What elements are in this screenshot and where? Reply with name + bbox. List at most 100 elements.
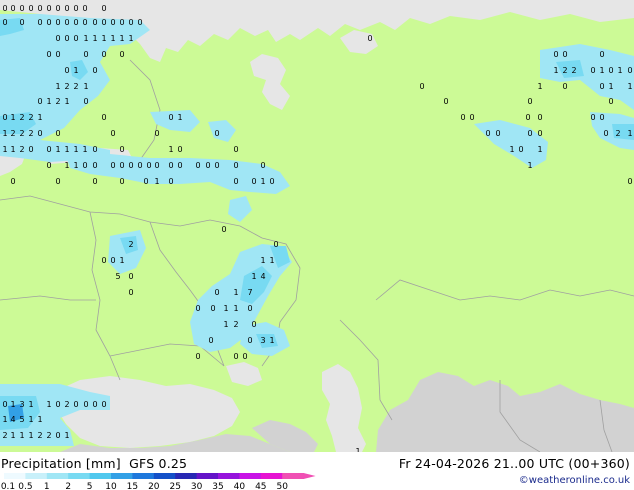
precip-value: 2	[128, 240, 133, 249]
precip-value: 0	[55, 18, 60, 27]
precip-value: 0	[599, 50, 604, 59]
precip-value: 1	[55, 82, 60, 91]
precip-value: 1	[233, 288, 238, 297]
precip-value: 1	[617, 66, 622, 75]
precip-value: 0	[10, 177, 15, 186]
precip-value: 0	[37, 4, 42, 13]
precip-value: 1	[233, 304, 238, 313]
precip-value: 0	[64, 4, 69, 13]
precip-value: 1	[64, 97, 69, 106]
precip-value: 1	[269, 336, 274, 345]
precip-value: 7	[247, 288, 252, 297]
precip-value: 0	[221, 225, 226, 234]
precip-value: 0	[233, 145, 238, 154]
precip-value: 0	[195, 304, 200, 313]
precip-value: 1	[154, 177, 159, 186]
precip-value: 1	[64, 161, 69, 170]
precip-value: 0	[603, 129, 608, 138]
scale-label: 30	[191, 482, 203, 490]
precip-value: 1	[627, 82, 632, 91]
precip-value: 5	[115, 272, 120, 281]
precip-value: 0	[168, 161, 173, 170]
precip-value: 1	[28, 431, 33, 440]
precip-value: 0	[233, 177, 238, 186]
precip-value: 1	[73, 161, 78, 170]
precip-value: 0	[460, 113, 465, 122]
precip-value: 2	[28, 129, 33, 138]
precip-value: 0	[443, 97, 448, 106]
precip-value: 0	[146, 161, 151, 170]
precip-value: 0	[55, 50, 60, 59]
precip-value: 1	[10, 400, 15, 409]
precip-value: 1	[64, 145, 69, 154]
precip-value: 0	[55, 431, 60, 440]
credit-link[interactable]: ©weatheronline.co.uk	[519, 475, 630, 486]
precip-value: 2	[46, 431, 51, 440]
precip-value: 1	[46, 400, 51, 409]
precip-value: 0	[73, 400, 78, 409]
scale-swatch	[46, 473, 69, 479]
precip-value: 2	[10, 129, 15, 138]
precip-value: 0	[64, 34, 69, 43]
precip-value: 0	[2, 113, 7, 122]
precip-value: 0	[83, 97, 88, 106]
precip-value: 1	[2, 129, 7, 138]
precip-value: 1	[260, 177, 265, 186]
precip-value: 1	[177, 113, 182, 122]
precip-value: 0	[208, 336, 213, 345]
precip-value: 0	[260, 161, 265, 170]
precip-value: 0	[64, 66, 69, 75]
precip-value: 0	[205, 161, 210, 170]
precip-value: 0	[247, 304, 252, 313]
precip-value: 0	[269, 177, 274, 186]
precip-value: 1	[10, 431, 15, 440]
precip-value: 0	[110, 161, 115, 170]
precip-value: 0	[119, 18, 124, 27]
precip-value: 0	[195, 161, 200, 170]
precip-value: 1	[2, 415, 7, 424]
precip-value: 0	[367, 34, 372, 43]
precip-value: 0	[210, 304, 215, 313]
product-title: Precipitation [mm] GFS 0.25	[1, 456, 187, 471]
precip-value: 0	[92, 66, 97, 75]
precip-value: 1	[627, 129, 632, 138]
scale-label: 0.5	[18, 482, 32, 490]
precip-value: 1	[73, 145, 78, 154]
precip-value: 0	[154, 129, 159, 138]
model-label: GFS 0.25	[129, 456, 188, 471]
scale-swatch	[68, 473, 91, 479]
precip-value: 0	[608, 66, 613, 75]
precip-value: 1	[119, 256, 124, 265]
precip-value: 0	[55, 34, 60, 43]
footer-bar: Precipitation [mm] GFS 0.25 Fr 24-04-202…	[0, 452, 634, 490]
precip-value: 0	[518, 145, 523, 154]
precip-value: 0	[82, 18, 87, 27]
precip-value: 0	[101, 4, 106, 13]
scale-swatch	[25, 473, 48, 479]
precipitation-map[interactable]: 0 0 0 0 0 0 0 0 0 0 00 0 0 0 0 0 0 0 0 0 0 0 0 00 0 0 1 1 1 1 1 10 0 0 0 00…	[0, 0, 634, 452]
precip-value: 1	[168, 145, 173, 154]
precip-value: 0	[2, 4, 7, 13]
precip-value: 5	[19, 415, 24, 424]
precip-value: 1	[73, 66, 78, 75]
precip-value: 0	[28, 145, 33, 154]
precip-value: 0	[525, 113, 530, 122]
scale-swatch	[218, 473, 240, 479]
precip-value: 0	[73, 34, 78, 43]
precip-value: 0	[233, 352, 238, 361]
precip-value: 0	[242, 352, 247, 361]
precip-value: 1	[37, 415, 42, 424]
precip-value: 1	[527, 161, 532, 170]
scale-label: 2	[65, 482, 71, 490]
precip-value: 0	[101, 400, 106, 409]
scale-swatch	[260, 473, 283, 479]
precip-value: 2	[28, 113, 33, 122]
precip-value: 2	[562, 66, 567, 75]
precip-value: 3	[19, 400, 24, 409]
scale-label: 0.1	[1, 482, 15, 490]
precip-value: 0	[92, 400, 97, 409]
precip-value: 0	[110, 18, 115, 27]
precip-value: 1	[28, 400, 33, 409]
precip-value: 0	[10, 4, 15, 13]
precip-value: 0	[37, 18, 42, 27]
